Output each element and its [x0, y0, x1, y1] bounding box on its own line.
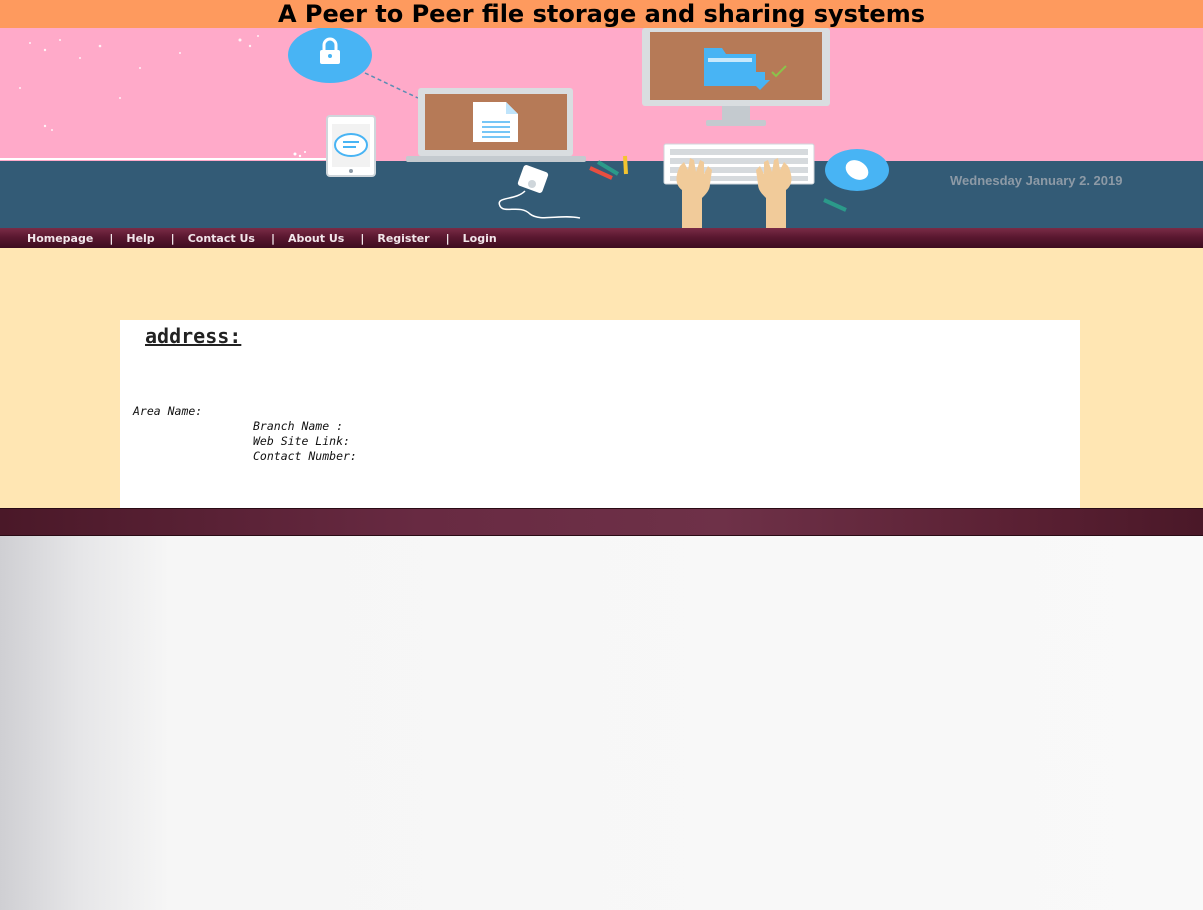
- content-area: address: Area Name: Branch Name : Web Si…: [0, 248, 1203, 508]
- nav-homepage[interactable]: Homepage: [27, 232, 93, 245]
- address-heading: address:: [145, 324, 242, 348]
- main-nav: Homepage | Help | Contact Us | About Us …: [0, 228, 1203, 248]
- address-panel: address: Area Name: Branch Name : Web Si…: [120, 320, 1080, 508]
- footer-bar: [0, 508, 1203, 536]
- nav-about-us[interactable]: About Us: [288, 232, 344, 245]
- nav-help[interactable]: Help: [126, 232, 154, 245]
- nav-register[interactable]: Register: [377, 232, 429, 245]
- web-site-link-label: Web Site Link:: [253, 434, 350, 448]
- phone-icon: [326, 115, 376, 177]
- nav-separator: |: [445, 231, 450, 245]
- header-banner: Wednesday January 2. 2019: [0, 28, 1203, 228]
- nav-separator: |: [109, 231, 114, 245]
- contact-number-label: Contact Number:: [253, 449, 357, 463]
- mouse-icon: [825, 149, 889, 191]
- laptop-icon: [406, 88, 586, 162]
- branch-name-label: Branch Name :: [253, 419, 344, 433]
- lock-icon: [288, 28, 372, 83]
- area-name-label: Area Name:: [133, 404, 203, 418]
- nav-separator: |: [270, 231, 275, 245]
- nav-contact-us[interactable]: Contact Us: [188, 232, 255, 245]
- nav-login[interactable]: Login: [463, 232, 497, 245]
- current-date: Wednesday January 2. 2019: [950, 173, 1123, 188]
- page-title: A Peer to Peer file storage and sharing …: [0, 0, 1203, 28]
- nav-separator: |: [360, 231, 365, 245]
- banner-illustration: [0, 28, 1203, 228]
- nav-separator: |: [170, 231, 175, 245]
